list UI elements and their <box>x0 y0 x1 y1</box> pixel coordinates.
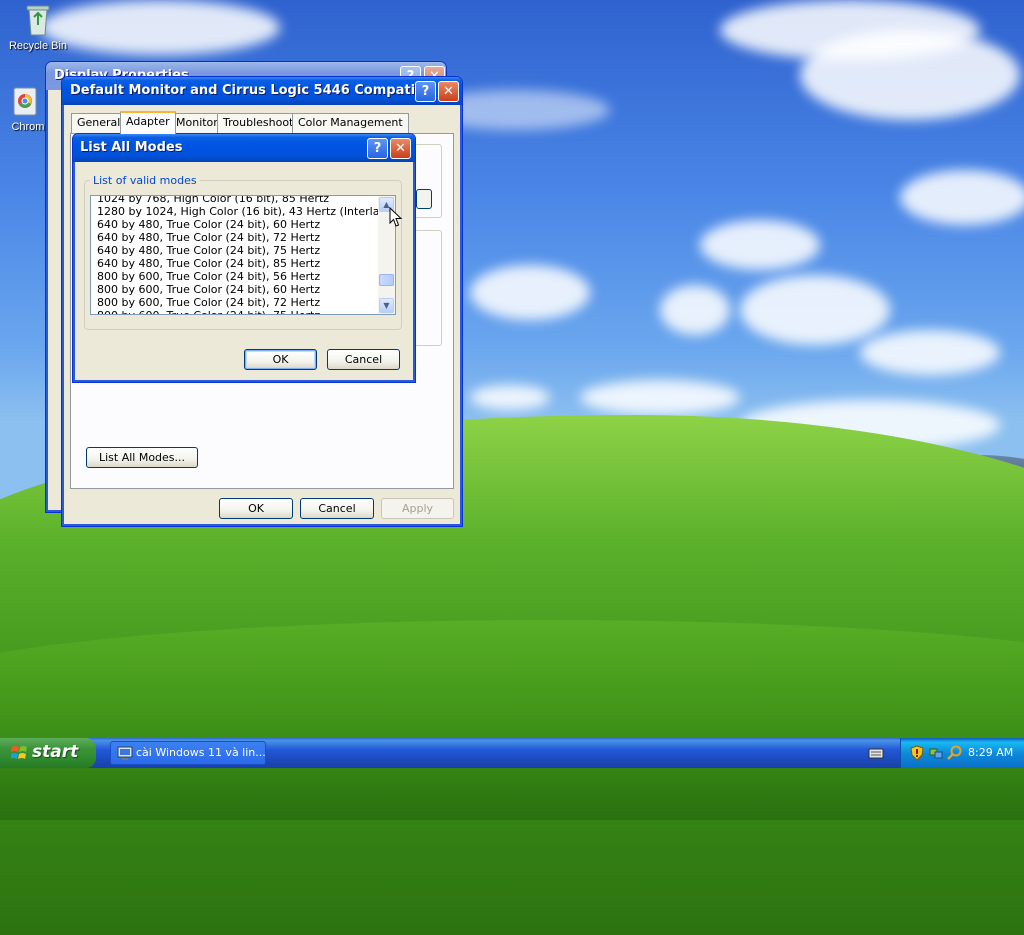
close-button[interactable]: ✕ <box>390 138 411 159</box>
tab-monitor[interactable]: Monitor <box>170 113 224 133</box>
tab-strip: General Adapter Monitor Troubleshoot Col… <box>71 111 455 134</box>
mode-list-item[interactable]: 800 by 600, True Color (24 bit), 72 Hert… <box>91 296 378 309</box>
group-box-label: List of valid modes <box>90 174 200 187</box>
tab-color-management[interactable]: Color Management <box>292 113 409 133</box>
adapter-properties-titlebar[interactable]: Default Monitor and Cirrus Logic 5446 Co… <box>62 77 462 105</box>
mode-list-item[interactable]: 800 by 600, True Color (24 bit), 56 Hert… <box>91 270 378 283</box>
cancel-button[interactable]: Cancel <box>327 349 400 370</box>
properties-button-edge[interactable] <box>416 189 432 209</box>
mode-list-item[interactable]: 640 by 480, True Color (24 bit), 60 Hert… <box>91 218 378 231</box>
mouse-cursor-icon <box>389 206 403 229</box>
ok-button[interactable]: OK <box>244 349 317 370</box>
windows-logo-icon <box>10 745 28 761</box>
mode-list-item[interactable]: 1024 by 768, High Color (16 bit), 85 Her… <box>91 196 378 205</box>
tab-adapter[interactable]: Adapter <box>120 111 176 134</box>
desktop-icon-label: Recycle Bin <box>8 40 68 52</box>
chrome-installer-icon <box>8 84 42 118</box>
display-properties-icon <box>117 746 133 761</box>
start-button[interactable]: start <box>0 738 96 768</box>
system-tray: 8:29 AM <box>900 738 1024 768</box>
taskbar: start cài Windows 11 và lin... 8:29 AM <box>0 738 1024 768</box>
keyboard-icon[interactable] <box>868 747 884 759</box>
mode-list-item[interactable]: 1280 by 1024, High Color (16 bit), 43 He… <box>91 205 395 218</box>
taskbar-item-display-properties[interactable]: cài Windows 11 và lin... <box>110 741 266 765</box>
mode-list-item[interactable]: 800 by 600, True Color (24 bit), 75 Hert… <box>91 309 378 314</box>
mode-list: 1024 by 768, High Color (16 bit), 85 Her… <box>91 196 395 314</box>
apply-button[interactable]: Apply <box>381 498 454 519</box>
desktop-icon-recycle-bin[interactable]: Recycle Bin <box>0 3 76 52</box>
mode-list-item[interactable]: 640 by 480, True Color (24 bit), 75 Hert… <box>91 244 378 257</box>
clock[interactable]: 8:29 AM <box>968 746 1013 759</box>
mode-list-item[interactable]: 640 by 480, True Color (24 bit), 85 Hert… <box>91 257 378 270</box>
help-button[interactable]: ? <box>367 138 388 159</box>
scroll-thumb[interactable] <box>379 274 394 286</box>
close-button[interactable]: ✕ <box>438 81 459 102</box>
list-all-modes-button[interactable]: List All Modes... <box>86 447 198 468</box>
list-all-modes-titlebar[interactable]: List All Modes ? ✕ <box>73 134 415 162</box>
security-shield-icon[interactable] <box>910 745 924 761</box>
list-all-modes-dialog[interactable]: List All Modes ? ✕ List of valid modes 1… <box>72 133 416 383</box>
valid-modes-listbox[interactable]: 1024 by 768, High Color (16 bit), 85 Her… <box>90 195 396 315</box>
window-title: Default Monitor and Cirrus Logic 5446 Co… <box>70 83 416 98</box>
start-label: start <box>32 742 79 762</box>
scroll-down-icon[interactable]: ▼ <box>379 298 394 313</box>
mode-list-item[interactable]: 640 by 480, True Color (24 bit), 72 Hert… <box>91 231 378 244</box>
search-icon[interactable] <box>947 745 963 761</box>
help-button[interactable]: ? <box>415 81 436 102</box>
cancel-button[interactable]: Cancel <box>300 498 374 519</box>
ok-button[interactable]: OK <box>219 498 293 519</box>
tab-general[interactable]: General <box>71 113 127 133</box>
network-icon[interactable] <box>928 745 944 761</box>
tab-troubleshoot[interactable]: Troubleshoot <box>217 113 300 133</box>
recycle-bin-icon <box>21 3 55 37</box>
taskbar-item-label: cài Windows 11 và lin... <box>136 746 266 759</box>
mode-list-item[interactable]: 800 by 600, True Color (24 bit), 60 Hert… <box>91 283 378 296</box>
dialog-title: List All Modes <box>80 140 183 155</box>
